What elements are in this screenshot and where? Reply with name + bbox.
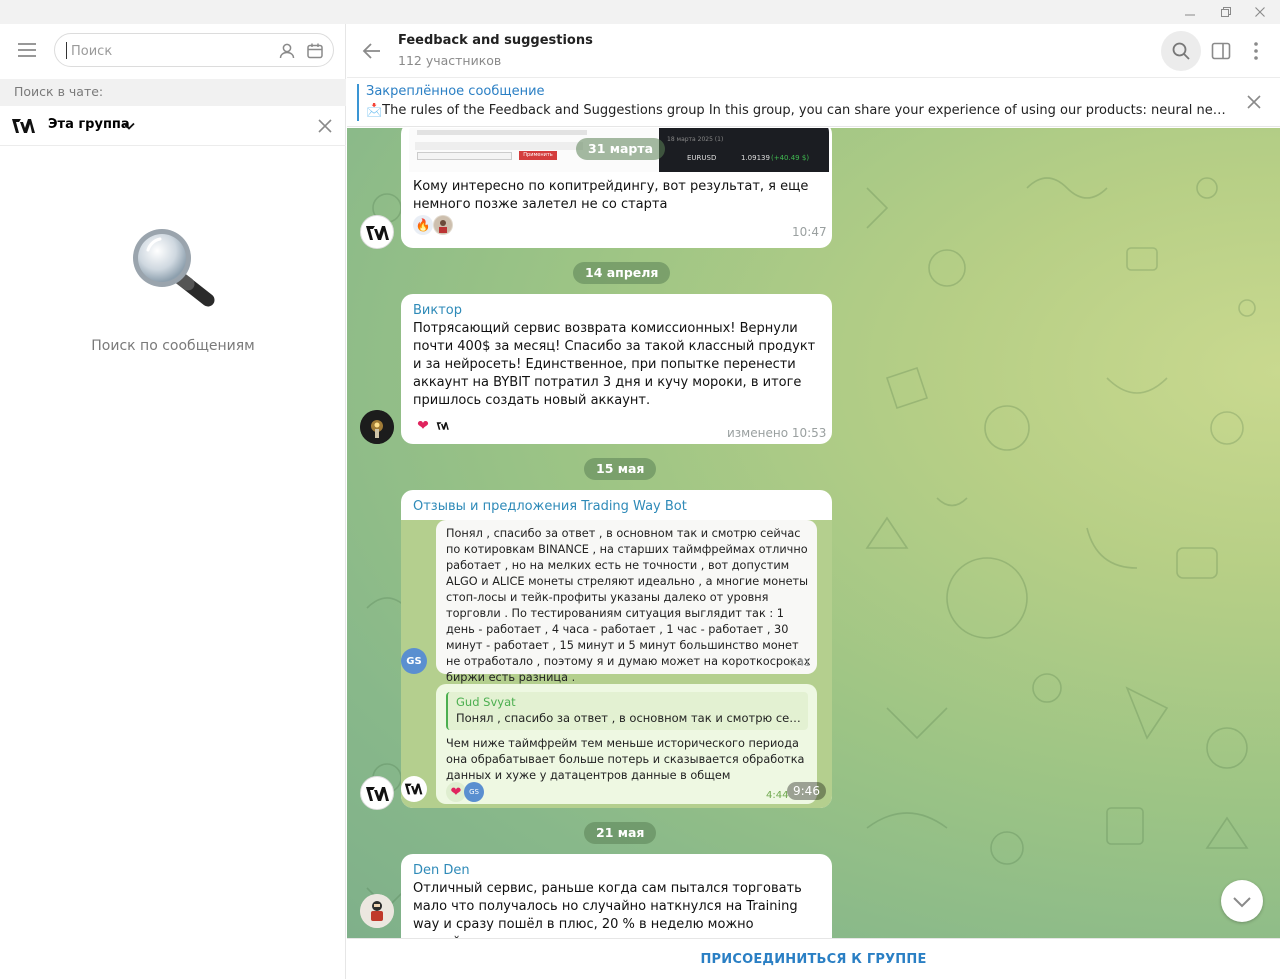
search-field[interactable] (54, 33, 334, 67)
avatar-den[interactable] (360, 894, 394, 928)
more-vertical-icon[interactable] (1245, 40, 1267, 62)
reply-name: Gud Svyat (456, 695, 516, 709)
forwarded-text: Чем ниже таймфрейм тем меньше историческ… (446, 737, 805, 782)
reply-quote: Gud Svyat Понял , спасибо за ответ , в о… (446, 692, 808, 730)
image-price: 1.09139 (741, 154, 770, 162)
chat-header: Feedback and suggestions 112 участников (347, 24, 1280, 78)
group-filter-row[interactable]: Эта группа (0, 106, 346, 146)
pinned-text: 📩The rules of the Feedback and Suggestio… (366, 103, 1226, 118)
reaction-heart[interactable]: ❤ (413, 416, 433, 436)
chat-title[interactable]: Feedback and suggestions (398, 33, 593, 48)
close-window-button[interactable] (1240, 0, 1280, 24)
sender-name[interactable]: Den Den (413, 863, 470, 878)
main-menu-button[interactable] (14, 41, 40, 61)
forwarded-text: Понял , спасибо за ответ , в основном та… (446, 527, 811, 684)
calendar-icon[interactable] (305, 41, 325, 61)
forwarded-inner-time: 4:44 (766, 790, 789, 801)
message-bubble-4[interactable]: Den Den Отличный сервис, раньше когда са… (401, 854, 832, 938)
avatar-viktor[interactable] (360, 410, 394, 444)
heart-icon: ❤ (450, 784, 462, 800)
heart-icon: ❤ (417, 418, 429, 434)
reaction-avatar[interactable] (433, 215, 453, 235)
cartoon-avatar-icon (360, 894, 394, 928)
image-chart-date: 18 марта 2025 (1) (667, 136, 724, 143)
chat-search-button[interactable] (1161, 31, 1201, 71)
user-avatar-icon (434, 216, 452, 234)
reaction-heart: ❤ (446, 782, 466, 802)
sender-name[interactable]: Отзывы и предложения Trading Way Bot (413, 499, 687, 514)
sidebar-toggle-icon[interactable] (1210, 40, 1232, 62)
minimize-button[interactable] (1170, 0, 1210, 24)
hamburger-icon (18, 43, 36, 57)
pinned-title: Закреплённое сообщение (366, 84, 545, 99)
image-change: (+40.49 $) (771, 154, 810, 162)
avatar-tradingway-small (401, 776, 427, 802)
image-input (417, 152, 512, 160)
image-line (417, 130, 587, 135)
chevron-down-icon (1233, 897, 1251, 908)
back-arrow-icon[interactable] (361, 40, 383, 62)
pinned-message-bar[interactable]: Закреплённое сообщение 📩The rules of the… (347, 79, 1280, 127)
member-count: 112 участников (398, 53, 502, 68)
avatar-gs: GS (401, 648, 427, 674)
screenshot-image-right[interactable]: 18 марта 2025 (1) EURUSD 1.09139 (+40.49… (659, 128, 829, 172)
message-text: Потрясающий сервис возврата комиссионных… (413, 321, 816, 408)
date-separator: 31 марта (576, 138, 666, 160)
reaction-fire[interactable]: 🔥 (413, 215, 433, 235)
forwarded-message-2: Gud Svyat Понял , спасибо за ответ , в о… (436, 684, 817, 804)
message-time: 9:46 (787, 782, 826, 800)
text-caret (66, 42, 67, 59)
image-apply-button: Применить (519, 151, 557, 160)
chat-area[interactable]: Применить 18 марта 2025 (1) EURUSD 1.091… (347, 128, 1280, 938)
join-bar: ПРИСОЕДИНИТЬСЯ К ГРУППЕ (347, 938, 1280, 979)
pinned-accent-bar (357, 84, 359, 121)
tradingway-logo-icon (12, 119, 35, 133)
restore-icon (1221, 7, 1231, 17)
tradingway-logo-icon (436, 422, 449, 430)
forwarded-time: 4:41 (788, 658, 811, 669)
empty-state-text: Поиск по сообщениям (91, 338, 255, 354)
reaction-avatar[interactable] (433, 416, 453, 436)
image-pair: EURUSD (687, 154, 717, 162)
avatar-tradingway[interactable] (360, 215, 394, 249)
image-line (415, 142, 583, 150)
reply-text: Понял , спасибо за ответ , в основном та… (456, 711, 806, 725)
date-separator: 14 апреля (573, 262, 671, 284)
date-separator: 21 мая (584, 822, 657, 844)
date-separator: 15 мая (584, 458, 657, 480)
window-titlebar (0, 0, 1280, 24)
search-in-chat-label: Поиск в чате: (0, 79, 346, 106)
search-icon (1172, 42, 1190, 60)
avatar-tradingway[interactable] (360, 776, 394, 810)
clear-filter-icon[interactable] (316, 117, 334, 135)
chevron-down-icon[interactable] (122, 119, 136, 133)
close-icon (1255, 7, 1265, 17)
message-bubble-2[interactable]: Виктор Потрясающий сервис возврата комис… (401, 294, 832, 444)
fire-icon: 🔥 (415, 218, 431, 232)
message-text: Кому интересно по копитрейдингу, вот рез… (413, 179, 809, 212)
message-time: 10:47 (792, 225, 827, 239)
search-input[interactable] (71, 40, 261, 62)
screenshot-image[interactable]: GS Понял , спасибо за ответ , в основном… (401, 520, 832, 808)
message-bubble-3[interactable]: Отзывы и предложения Trading Way Bot GS … (401, 490, 832, 808)
sender-name[interactable]: Виктор (413, 303, 462, 318)
user-filter-icon[interactable] (277, 41, 297, 61)
message-time: изменено 10:53 (727, 426, 827, 440)
candle-avatar-icon (360, 410, 394, 444)
tradingway-logo-icon (404, 783, 423, 795)
group-filter-label: Эта группа (48, 117, 130, 132)
message-text: Отличный сервис, раньше когда сам пыталс… (413, 881, 802, 938)
gs-icon: GS (469, 788, 479, 796)
reaction-gs: GS (464, 782, 484, 802)
left-panel: Поиск в чате: Эта группа Поиск по сообще… (0, 24, 346, 979)
minimize-icon (1185, 14, 1195, 16)
join-group-button[interactable]: ПРИСОЕДИНИТЬСЯ К ГРУППЕ (347, 939, 1280, 979)
forwarded-message-1: Понял , спасибо за ответ , в основном та… (436, 520, 817, 684)
scroll-down-button[interactable] (1221, 880, 1263, 922)
close-pinned-icon[interactable] (1245, 93, 1263, 111)
magnifier-emoji-icon (133, 229, 215, 307)
